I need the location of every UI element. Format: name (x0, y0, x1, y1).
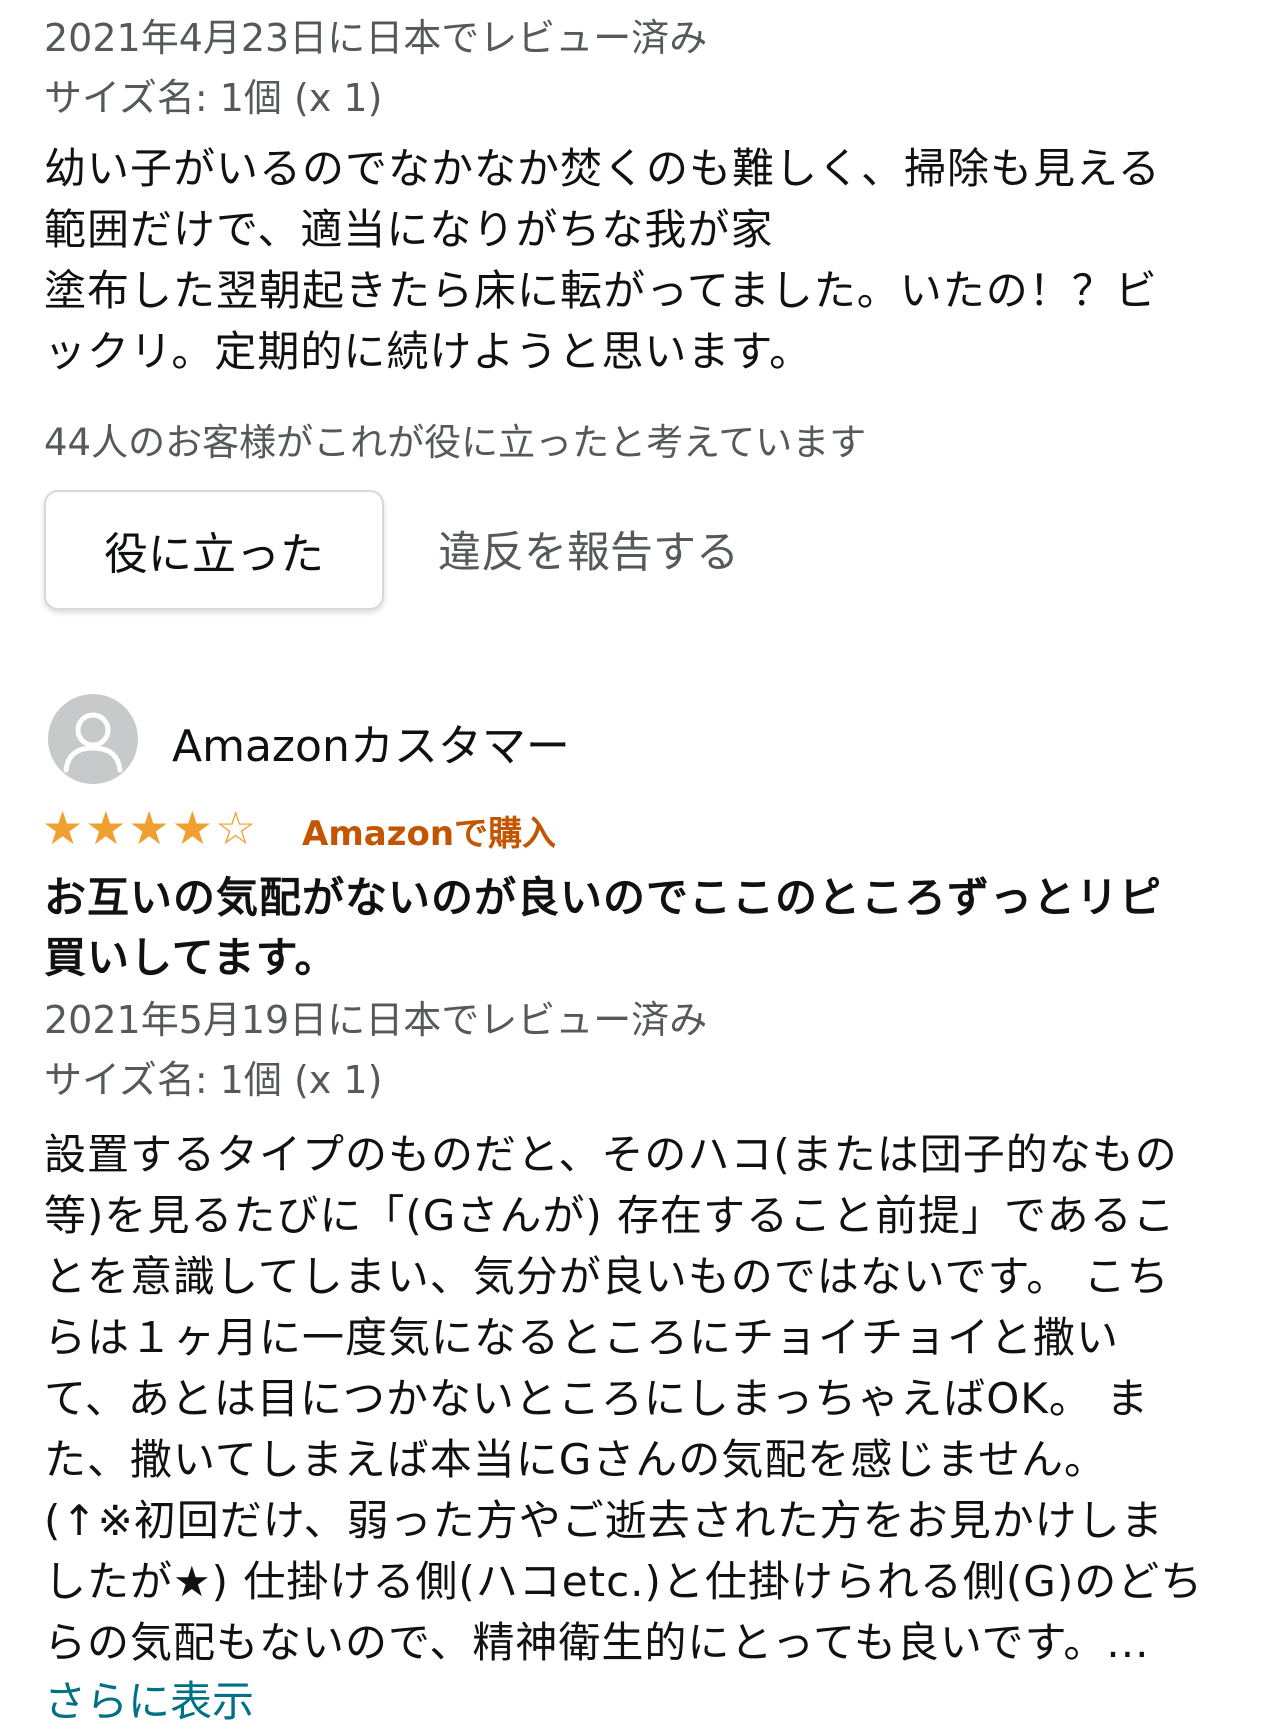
star-empty-icon: ☆ (215, 801, 257, 855)
review-body-line: 塗布した翌朝起きたら床に転がってました。いたの！？ビ (44, 266, 1158, 315)
user-icon (63, 712, 123, 773)
review-body-line: 幼い子がいるのでなかなか焚くのも難しく、掃除も見える (44, 144, 1161, 193)
review-size: サイズ名: 1個 (x 1) (44, 76, 383, 120)
review-body-line: (↑※初回だけ、弱った方やご逝去された方をお見かけしま (44, 1496, 1164, 1545)
review-date: 2021年5月19日に日本でレビュー済み (44, 998, 708, 1042)
review-body-line: ックリ。定期的に続けようと思います。 (44, 327, 813, 376)
verified-purchase-badge: Amazonで購入 (302, 814, 557, 854)
review-title[interactable]: お互いの気配がないのが良いのでここのところずっとリピ 買いしてます。 (44, 868, 1244, 988)
show-more-link[interactable]: さらに表示 (44, 1668, 254, 1729)
star-filled-icon: ★ (171, 801, 213, 855)
helpful-count: 44人のお客様がこれが役に立ったと考えています (44, 421, 867, 464)
review-body-line: らは１ヶ月に一度気になるところにチョイチョイと撒い (44, 1313, 1120, 1362)
helpful-button[interactable]: 役に立った (44, 490, 384, 610)
review-body-line: 設置するタイプのものだと、そのハコ(または団子的なもの (44, 1130, 1178, 1179)
review-body-line: らの気配もないので、精神衛生的にとっても良いです。... (44, 1618, 1150, 1667)
review-title-line: 買いしてます。 (44, 933, 338, 982)
star-filled-icon: ★ (42, 801, 84, 855)
review-list: 2021年4月23日に日本でレビュー済み サイズ名: 1個 (x 1) 幼い子が… (0, 0, 1284, 1728)
review-body-line: た、撒いてしまえば本当にGさんの気配を感じません。 (44, 1435, 1108, 1484)
avatar (48, 694, 138, 784)
star-filled-icon: ★ (85, 801, 127, 855)
review-body-line: 等)を見るたびに「(Gさんが) 存在すること前提」であるこ (44, 1191, 1176, 1240)
star-filled-icon: ★ (128, 801, 170, 855)
reviewer-name[interactable]: Amazonカスタマー (172, 710, 570, 774)
review-body-line: とを意識してしまい、気分が良いものではないです。 こち (44, 1252, 1170, 1301)
star-rating: ★ ★ ★ ★ ☆ (42, 803, 256, 853)
review-title-line: お互いの気配がないのが良いのでここのところずっとリピ (44, 873, 1163, 922)
review-body: 幼い子がいるのでなかなか焚くのも難しく、掃除も見える 範囲だけで、適当になりがち… (44, 138, 1244, 382)
review-body-line: したが★) 仕掛ける側(ハコetc.)と仕掛けられる側(G)のどち (44, 1557, 1204, 1606)
review-body-line: て、あとは目につかないところにしまっちゃえばOK。 ま (44, 1374, 1150, 1423)
review-date: 2021年4月23日に日本でレビュー済み (44, 16, 708, 60)
review-body-line: 範囲だけで、適当になりがちな我が家 (44, 205, 774, 254)
review-size: サイズ名: 1個 (x 1) (44, 1058, 383, 1102)
report-abuse-link[interactable]: 違反を報告する (438, 518, 739, 580)
review-body: 設置するタイプのものだと、そのハコ(または団子的なもの 等)を見るたびに「(Gさ… (44, 1124, 1244, 1673)
